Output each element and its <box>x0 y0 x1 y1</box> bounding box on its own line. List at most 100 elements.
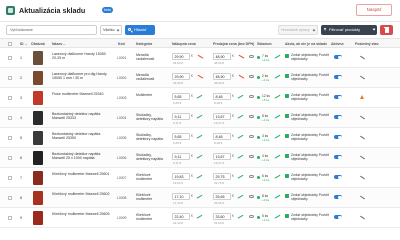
action-checkbox[interactable] <box>285 154 289 158</box>
preview-eye-icon[interactable] <box>249 75 254 79</box>
out-of-stock-action[interactable]: Zvolať objednávky Povoliť objednávky <box>291 93 331 101</box>
action-checkbox[interactable] <box>285 214 289 218</box>
active-toggle[interactable] <box>334 75 342 80</box>
row-checkbox[interactable] <box>8 216 12 220</box>
purchase-price-input[interactable]: 5,65 <box>172 133 190 140</box>
sale-price-input[interactable]: 13,67 <box>213 113 231 120</box>
trend-up-icon <box>274 214 282 221</box>
search-input[interactable]: Vyhľadávanie <box>6 25 97 35</box>
out-of-stock-action[interactable]: Zvolať objednávky Povoliť objednávky <box>291 133 331 141</box>
product-name[interactable]: Bezkontaktný detektor napätia Maxwell 25… <box>52 152 110 161</box>
table-row[interactable]: 5 Bezkontaktný detektor napätia Maxwell 2… <box>0 128 400 148</box>
row-checkbox[interactable] <box>8 196 12 200</box>
edit-icon[interactable] <box>360 215 365 219</box>
active-toggle[interactable] <box>334 115 342 120</box>
table-row[interactable]: 1 Laserový diaľkomer Handy 15050 20-25 m L… <box>0 48 400 68</box>
edit-icon[interactable] <box>360 135 365 139</box>
row-checkbox[interactable] <box>8 116 12 120</box>
sale-price-input[interactable]: 8,48 <box>213 93 231 100</box>
in-stock-dot-icon <box>257 215 260 219</box>
action-checkbox[interactable] <box>285 54 289 58</box>
edit-icon[interactable] <box>360 75 365 79</box>
action-checkbox[interactable] <box>285 194 289 198</box>
select-all-checkbox[interactable] <box>8 42 12 46</box>
action-checkbox[interactable] <box>285 174 289 178</box>
preview-eye-icon[interactable] <box>249 215 254 219</box>
preview-eye-icon[interactable] <box>249 155 254 159</box>
edit-icon[interactable] <box>360 155 365 159</box>
purchase-price-input[interactable]: 19,83 <box>172 173 190 180</box>
out-of-stock-action[interactable]: Zvolať objednávky Povoliť objednávky <box>291 53 331 61</box>
out-of-stock-action[interactable]: Zvolať objednávky Povoliť objednávky <box>291 193 331 201</box>
purchase-price-input[interactable]: 9,11 <box>172 113 190 120</box>
table-row[interactable]: 6 Bezkontaktný detektor napätia Maxwell 2… <box>0 148 400 168</box>
row-checkbox[interactable] <box>8 136 12 140</box>
preview-eye-icon[interactable] <box>249 95 254 99</box>
row-checkbox[interactable] <box>8 56 12 60</box>
sale-price-input[interactable]: 48,90 <box>213 73 231 80</box>
product-name[interactable]: Laserový diaľkomer pro.dig Handy 15050 1… <box>52 72 110 81</box>
sale-price-input[interactable]: 33,60 <box>213 213 231 220</box>
active-toggle[interactable] <box>334 135 342 140</box>
product-name[interactable]: Kliešťový multimeter Maxwell 25601 <box>52 172 110 176</box>
scope-select[interactable]: Všetko <box>100 25 122 35</box>
edit-icon[interactable] <box>360 195 365 199</box>
table-row[interactable]: 3 Fluke multimeter Maxwell 25340 L0003 Mult… <box>0 88 400 108</box>
table-row[interactable]: 7 Kliešťový multimeter Maxwell 25601 L0007… <box>0 168 400 188</box>
table-row[interactable]: 9 Kliešťový multimeter Maxwell 25605 L0009… <box>0 208 400 228</box>
product-name[interactable]: Kliešťový multimeter Maxwell 25602 <box>52 192 110 196</box>
product-name[interactable]: Bezkontaktný detektor napätia Maxwell 25… <box>52 132 110 141</box>
product-name[interactable]: Fluke multimeter Maxwell 25340 <box>52 92 110 96</box>
table-row[interactable]: 2 Laserový diaľkomer pro.dig Handy 15050 … <box>0 68 400 88</box>
table-row[interactable]: 8 Kliešťový multimeter Maxwell 25602 L0008… <box>0 188 400 208</box>
delete-button[interactable] <box>380 25 393 35</box>
purchase-price-input[interactable]: 5,65 <box>172 93 190 100</box>
edit-icon[interactable] <box>360 115 365 119</box>
back-button[interactable]: Naspäť <box>356 4 392 16</box>
table-row[interactable]: 4 Bezkontaktný detektor napätia Maxwell 2… <box>0 108 400 128</box>
purchase-price-input[interactable]: 17,10 <box>172 193 190 200</box>
row-checkbox[interactable] <box>8 76 12 80</box>
bulk-edit-select[interactable]: Hromadné úpravy <box>278 25 318 35</box>
edit-icon[interactable] <box>360 55 365 59</box>
out-of-stock-action[interactable]: Zvolať objednávky Povoliť objednávky <box>291 113 331 121</box>
active-toggle[interactable] <box>334 195 342 200</box>
active-toggle[interactable] <box>334 175 342 180</box>
preview-eye-icon[interactable] <box>249 195 254 199</box>
action-checkbox[interactable] <box>285 134 289 138</box>
preview-eye-icon[interactable] <box>249 115 254 119</box>
out-of-stock-action[interactable]: Zvolať objednávky Povoliť objednávky <box>291 173 331 181</box>
row-checkbox[interactable] <box>8 176 12 180</box>
product-name[interactable]: Bezkontaktný detektor napätia Maxwell 25… <box>52 112 110 121</box>
purchase-price-input[interactable]: 9,11 <box>172 153 190 160</box>
out-of-stock-action[interactable]: Zvolať objednávky Povoliť objednávky <box>291 153 331 161</box>
row-checkbox[interactable] <box>8 156 12 160</box>
sale-price-input[interactable]: 25,65 <box>213 193 231 200</box>
active-toggle[interactable] <box>334 55 342 60</box>
sale-price-previous: 48,90 € <box>214 61 225 65</box>
preview-eye-icon[interactable] <box>249 135 254 139</box>
active-toggle[interactable] <box>334 155 342 160</box>
purchase-price-input[interactable]: 22,40 <box>172 213 190 220</box>
action-checkbox[interactable] <box>285 94 289 98</box>
active-toggle[interactable] <box>334 95 342 100</box>
active-toggle[interactable] <box>334 215 342 220</box>
product-name[interactable]: Kliešťový multimeter Maxwell 25605 <box>52 212 110 216</box>
edit-icon[interactable] <box>360 175 365 179</box>
row-checkbox[interactable] <box>8 96 12 100</box>
action-checkbox[interactable] <box>285 114 289 118</box>
out-of-stock-action[interactable]: Zvolať objednávky Povoliť objednávky <box>291 73 331 81</box>
search-button[interactable]: Hľadať <box>125 25 155 35</box>
sale-price-input[interactable]: 13,67 <box>213 153 231 160</box>
preview-eye-icon[interactable] <box>249 175 254 179</box>
filter-products-button[interactable]: Filtrovať produkty <box>321 25 377 35</box>
sale-price-input[interactable]: 48,90 <box>213 53 231 60</box>
purchase-price-input[interactable]: 29,90 <box>172 73 190 80</box>
action-checkbox[interactable] <box>285 74 289 78</box>
sale-price-input[interactable]: 8,48 <box>213 133 231 140</box>
preview-eye-icon[interactable] <box>249 55 254 59</box>
purchase-price-input[interactable]: 29,90 <box>172 53 190 60</box>
out-of-stock-action[interactable]: Zvolať objednávky Povoliť objednávky <box>291 213 331 221</box>
sale-price-input[interactable]: 29,75 <box>213 173 231 180</box>
product-name[interactable]: Laserový diaľkomer Handy 15050 20-25 m <box>52 52 110 61</box>
